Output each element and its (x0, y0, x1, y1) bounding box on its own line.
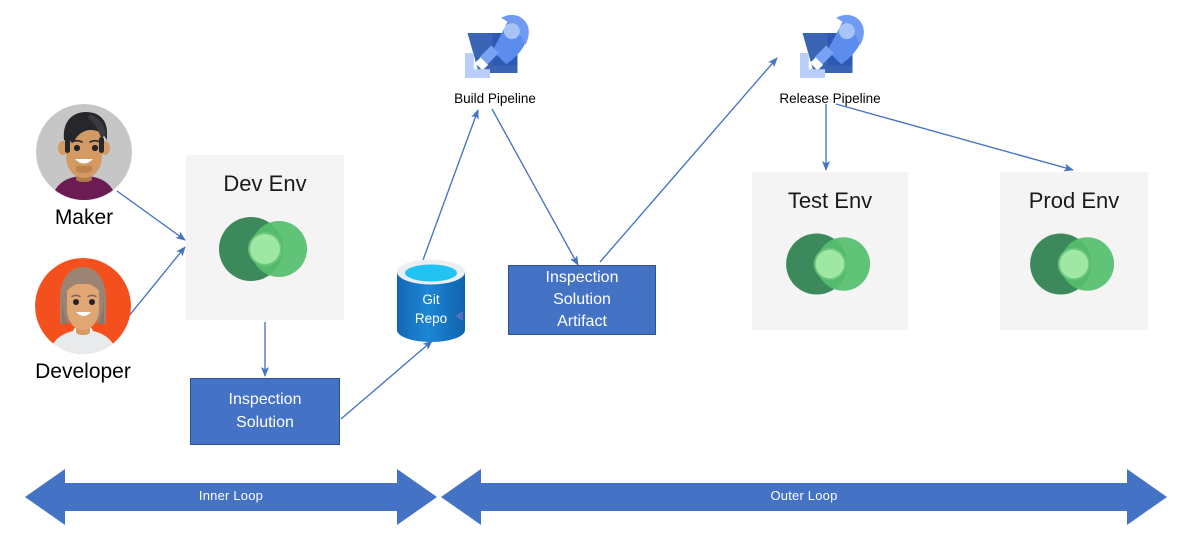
pipeline-build[interactable]: Build Pipeline (420, 8, 570, 106)
person-avatar-icon (36, 104, 132, 200)
inspection-solution-artifact-line3: Artifact (557, 313, 607, 331)
power-platform-environment-icon (219, 217, 307, 281)
maker-avatar (36, 104, 132, 200)
pipeline-build-label: Build Pipeline (454, 91, 536, 106)
env-card-dev[interactable]: Dev Env (186, 155, 344, 320)
database-cylinder-icon (397, 259, 465, 342)
env-card-test[interactable]: Test Env (752, 172, 908, 330)
flow-artifact-to-release (599, 57, 778, 263)
loop-outer[interactable]: Outer Loop (441, 466, 1167, 528)
env-card-prod[interactable]: Prod Env (1000, 172, 1148, 330)
artifact-inspection-solution-artifact[interactable]: Inspection Solution Artifact (508, 265, 656, 335)
inspection-solution-artifact-line2: Solution (553, 290, 611, 308)
flow-repo-to-build (422, 109, 479, 261)
env-prod-title: Prod Env (1028, 188, 1120, 213)
inspection-solution-line2: Solution (236, 413, 294, 431)
inspection-solution-artifact-line1: Inspection (545, 268, 619, 286)
pipeline-release[interactable]: Release Pipeline (755, 8, 905, 106)
power-platform-environment-icon (1030, 233, 1115, 295)
person-avatar-icon (35, 258, 131, 354)
loop-inner[interactable]: Inner Loop (25, 466, 437, 528)
env-prod-icon-wrap (1022, 222, 1126, 311)
flow-build-to-artifact (491, 108, 579, 266)
persona-maker[interactable]: Maker (34, 104, 134, 229)
azure-pipelines-rocket-icon (465, 14, 529, 78)
double-arrow-band-icon (25, 469, 437, 525)
double-arrow-band-icon (441, 469, 1167, 525)
pipeline-release-label: Release Pipeline (779, 91, 881, 106)
git-repo-node[interactable]: Git Repo (393, 256, 469, 346)
developer-avatar (35, 258, 131, 354)
inspection-solution-line1: Inspection (228, 391, 302, 409)
diagram-canvas: Maker Developer Dev Env Test Env Prod En… (0, 0, 1192, 546)
artifact-inspection-solution[interactable]: Inspection Solution (190, 378, 340, 445)
azure-pipelines-rocket-icon (800, 14, 864, 78)
env-dev-icon-wrap (213, 205, 317, 298)
persona-developer-label: Developer (35, 360, 131, 383)
power-platform-environment-icon (786, 233, 871, 295)
flow-release-to-prod (835, 103, 1074, 172)
persona-maker-label: Maker (54, 206, 114, 229)
env-test-icon-wrap (778, 222, 882, 311)
flow-solution-to-repo (340, 340, 433, 420)
env-dev-title: Dev Env (223, 171, 307, 196)
env-test-title: Test Env (787, 188, 873, 213)
persona-developer[interactable]: Developer (32, 258, 134, 383)
